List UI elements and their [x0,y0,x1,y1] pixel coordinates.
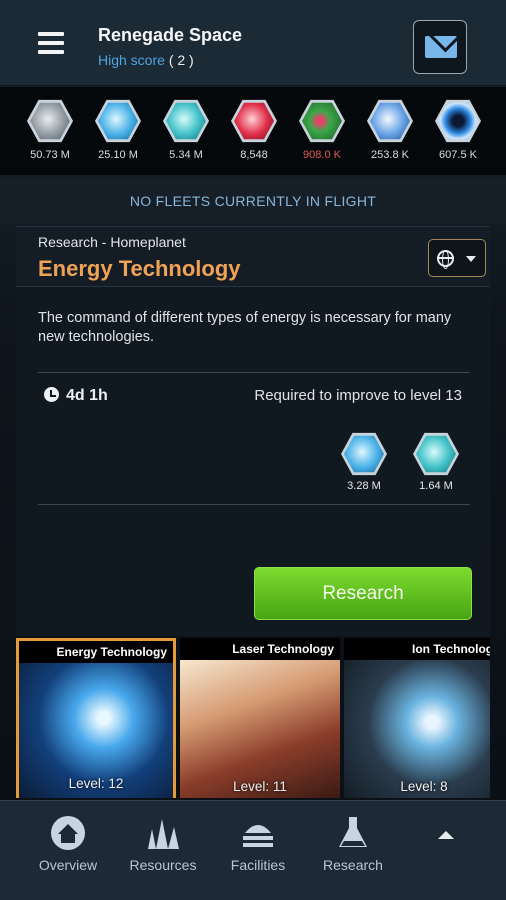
cost-deuterium: 1.64 M [406,432,466,492]
panel-title: Energy Technology [38,256,241,281]
resource-energy[interactable]: 8,548 [218,99,290,161]
duration-value: 4d 1h [66,387,108,404]
tech-card-energy[interactable]: Energy Technology Level: 12 [16,638,176,798]
cost-crystal: 3.28 M [334,432,394,492]
home-icon [49,815,87,851]
resource-value: 8,548 [240,149,268,161]
resource-value: 253.8 K [371,149,409,161]
nav-overview[interactable]: Overview [20,815,116,873]
nav-facilities[interactable]: Facilities [210,815,306,873]
card-level: Level: 11 [233,779,287,794]
tech-card-laser[interactable]: Laser Technology Level: 11 [180,638,340,798]
crystals-icon [144,815,182,851]
ion-tech-image [344,660,490,798]
nav-resources[interactable]: Resources [115,815,211,873]
panel-header: Research - Homeplanet Energy Technology [16,227,490,287]
facilities-icon [239,815,277,851]
laser-tech-image [180,660,340,798]
cost-value: 3.28 M [347,480,381,492]
card-title: Energy Technology [19,641,173,663]
resource-value: 908.0 K [303,149,341,161]
resource-deuterium[interactable]: 5.34 M [150,99,222,161]
resource-metal[interactable]: 50.73 M [14,99,86,161]
nav-label: Facilities [230,857,286,873]
food-icon [302,102,342,140]
research-button[interactable]: Research [254,567,472,620]
cost-value: 1.64 M [419,480,453,492]
crystal-icon [98,102,138,140]
flask-icon [334,815,372,851]
divider [38,372,470,373]
population-icon [370,102,410,140]
requirement-text: Required to improve to level 13 [254,387,462,404]
research-duration: 4d 1h [44,387,108,405]
universe-title: Renegade Space [98,25,243,45]
resource-value: 5.34 M [169,149,203,161]
high-score-label: High score [98,52,165,68]
expand-up-icon[interactable] [438,831,454,839]
tech-description: The command of different types of energy… [38,310,452,345]
resource-value: 50.73 M [30,149,70,161]
globe-icon [437,250,454,269]
divider [38,504,470,505]
resource-food[interactable]: 908.0 K [286,99,358,161]
nav-label: Research [323,857,383,873]
energy-icon [234,102,274,140]
resource-dark-matter[interactable]: 607.5 K [422,99,494,161]
deuterium-icon [166,102,206,140]
card-title: Ion Technology [344,638,490,660]
nav-label: Overview [38,857,98,873]
research-panel: Research - Homeplanet Energy Technology … [16,226,490,636]
tech-card-ion[interactable]: Ion Technology Level: 8 [344,638,490,798]
envelope-icon [425,36,457,58]
menu-icon[interactable] [38,32,64,54]
tech-carousel[interactable]: Energy Technology Level: 12 Laser Techno… [16,638,490,798]
card-title: Laser Technology [180,638,340,660]
high-score[interactable]: High score ( 2 ) [98,52,194,68]
game-screen: Renegade Space High score ( 2 ) 50.73 M … [0,0,506,900]
nav-label: Resources [129,857,197,873]
resource-bar: 50.73 M 25.10 M 5.34 M 8,548 908.0 K 253… [0,87,506,175]
top-header: Renegade Space High score ( 2 ) [0,0,506,86]
bottom-navigation: Overview Resources Facilities Research [0,800,506,900]
chevron-down-icon [466,256,476,262]
metal-icon [30,102,70,140]
high-score-value: ( 2 ) [168,52,194,68]
nav-research[interactable]: Research [305,815,401,873]
dark-matter-icon [438,102,478,140]
resource-value: 25.10 M [98,149,138,161]
resource-population[interactable]: 253.8 K [354,99,426,161]
deuterium-icon [416,435,456,473]
card-level: Level: 8 [400,779,448,794]
clock-icon [44,387,59,402]
card-level: Level: 12 [68,776,124,791]
planet-selector[interactable] [428,239,486,277]
panel-subtitle: Research - Homeplanet [38,234,186,250]
fleet-status-bar[interactable]: NO FLEETS CURRENTLY IN FLIGHT [0,178,506,224]
messages-button[interactable] [413,20,467,74]
resource-value: 607.5 K [439,149,477,161]
crystal-icon [344,435,384,473]
resource-crystal[interactable]: 25.10 M [82,99,154,161]
